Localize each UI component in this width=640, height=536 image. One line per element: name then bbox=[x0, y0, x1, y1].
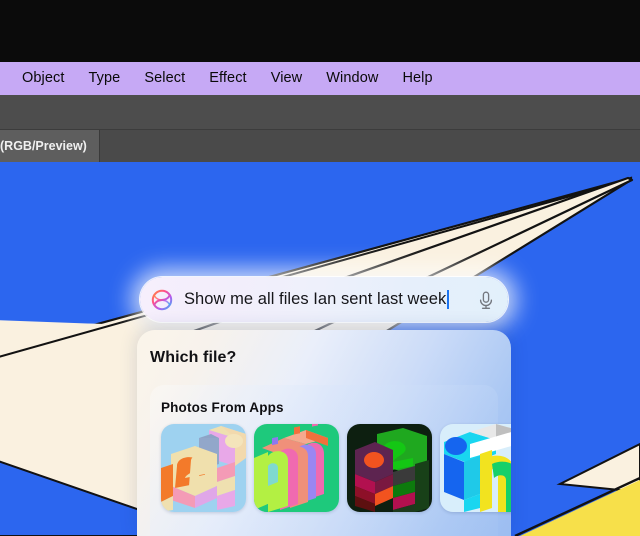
assistant-suggestions-panel: Which file? Photos From Apps bbox=[137, 330, 511, 536]
siri-orb-icon bbox=[151, 289, 173, 311]
thumbnail-isometric-cyan-artwork[interactable] bbox=[440, 424, 511, 512]
menu-item-effect[interactable]: Effect bbox=[197, 62, 258, 95]
document-tab-label: (RGB/Preview) bbox=[0, 139, 87, 153]
search-input[interactable]: Show me all files Ian sent last week bbox=[184, 290, 468, 309]
app-window: Object Type Select Effect View Window He… bbox=[0, 0, 640, 536]
assistant-search-bar[interactable]: Show me all files Ian sent last week bbox=[140, 277, 508, 322]
document-tab[interactable]: (RGB/Preview) bbox=[0, 130, 100, 162]
menu-item-object[interactable]: Object bbox=[10, 62, 77, 95]
menu-item-type[interactable]: Type bbox=[77, 62, 133, 95]
menu-item-window[interactable]: Window bbox=[314, 62, 390, 95]
card-title: Photos From Apps bbox=[150, 385, 498, 415]
thumbnail-isometric-pastel-artwork[interactable] bbox=[161, 424, 246, 512]
panel-title: Which file? bbox=[137, 330, 511, 367]
thumbnail-isometric-dark-artwork[interactable] bbox=[347, 424, 432, 512]
microphone-icon[interactable] bbox=[476, 289, 496, 311]
search-input-value: Show me all files Ian sent last week bbox=[184, 290, 446, 309]
thumbnail-list bbox=[161, 424, 511, 512]
control-toolbar bbox=[0, 95, 640, 130]
thumbnail-isometric-green-artwork[interactable] bbox=[254, 424, 339, 512]
photos-from-apps-card: Photos From Apps bbox=[150, 385, 498, 536]
window-titlebar bbox=[0, 0, 640, 62]
menu-item-help[interactable]: Help bbox=[390, 62, 444, 95]
menu-item-select[interactable]: Select bbox=[132, 62, 197, 95]
menu-item-view[interactable]: View bbox=[259, 62, 315, 95]
menu-bar: Object Type Select Effect View Window He… bbox=[0, 62, 640, 95]
text-caret bbox=[447, 290, 449, 309]
